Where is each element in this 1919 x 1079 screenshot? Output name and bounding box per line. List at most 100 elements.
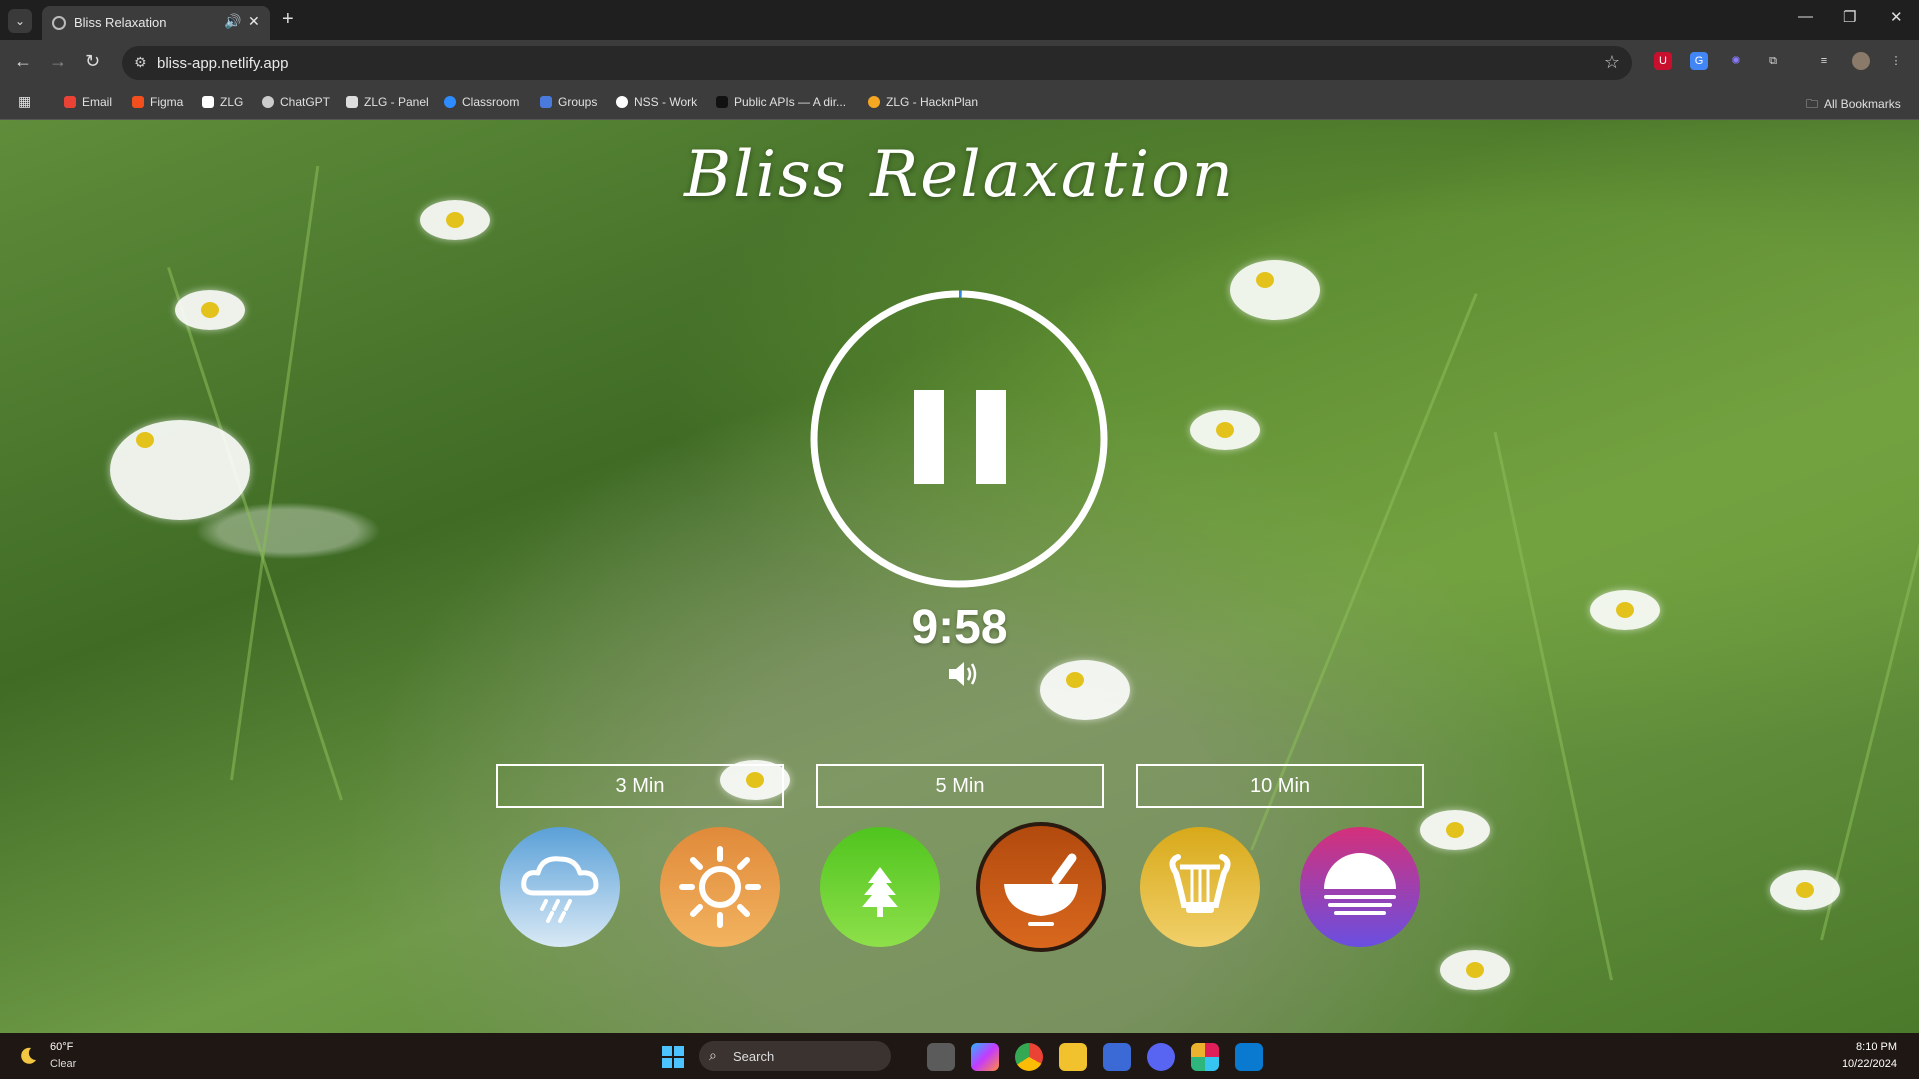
taskbar-time[interactable]: 8:10 PM [1856, 1041, 1897, 1053]
daisy-flower [1040, 660, 1130, 720]
all-bookmarks[interactable]: 🗀 All Bookmarks [1806, 95, 1901, 116]
tab-strip: ⌄ Bliss Relaxation 🔊 ✕ + — ❐ ✕ [0, 0, 1919, 40]
extensions-puzzle-icon[interactable]: ⧉ [1764, 52, 1782, 70]
bookmark-star-icon[interactable]: ☆ [1604, 52, 1620, 73]
zlg-icon [202, 96, 214, 108]
tree-icon [820, 827, 940, 947]
close-window-button[interactable]: ✕ [1890, 8, 1903, 26]
grass-stem [1493, 431, 1613, 981]
daisy-flower [175, 290, 245, 330]
file-explorer-icon[interactable] [1059, 1043, 1087, 1071]
sound-forest-button[interactable] [820, 827, 940, 947]
minimize-button[interactable]: — [1798, 8, 1813, 25]
sound-sunny-button[interactable] [660, 827, 780, 947]
sound-harp-button[interactable] [1140, 827, 1260, 947]
taskbar-date[interactable]: 10/22/2024 [1842, 1058, 1897, 1070]
tab-search-button[interactable]: ⌄ [8, 9, 32, 33]
ublock-extension-icon[interactable]: U [1654, 52, 1672, 70]
search-placeholder: Search [733, 1049, 775, 1064]
moon-icon [21, 1047, 36, 1064]
bookmark-chatgpt[interactable]: ChatGPT [262, 95, 330, 109]
bliss-app-page: Bliss Relaxation 9:58 3 Min 5 Min 10 Min [0, 120, 1919, 1033]
daisy-flower [1770, 870, 1840, 910]
media-control-icon[interactable]: ≡ [1815, 52, 1833, 70]
app-title: Bliss Relaxation [684, 138, 1235, 212]
bookmark-classroom[interactable]: Classroom [444, 95, 519, 109]
pause-icon [976, 390, 1006, 484]
time-5min-button[interactable]: 5 Min [816, 764, 1104, 808]
translate-extension-icon[interactable]: G [1690, 52, 1708, 70]
sound-sunset-button[interactable] [1300, 827, 1420, 947]
lyre-icon [1140, 827, 1260, 947]
daisy-flower [1420, 810, 1490, 850]
windows-taskbar: 60°F Clear ⌕ Search 8:10 PM 10/22/2024 [0, 1033, 1919, 1079]
gmail-icon [64, 96, 76, 108]
weather-temperature[interactable]: 60°F [50, 1041, 73, 1053]
hacknplan-icon [868, 96, 880, 108]
public-apis-icon [716, 96, 728, 108]
copilot-icon[interactable] [971, 1043, 999, 1071]
forward-icon[interactable]: → [49, 51, 67, 72]
timer-display: 9:58 [911, 601, 1008, 654]
speaker-icon[interactable] [946, 658, 982, 690]
daisy-flower [1440, 950, 1510, 990]
sound-rain-button[interactable] [500, 827, 620, 947]
windows-start-icon[interactable] [659, 1043, 687, 1071]
grass-stem [167, 266, 343, 801]
bookmark-figma[interactable]: Figma [132, 95, 183, 109]
time-3min-button[interactable]: 3 Min [496, 764, 784, 808]
address-bar[interactable]: ⚙ bliss-app.netlify.app ☆ [122, 46, 1632, 80]
sparkle-extension-icon[interactable]: ✺ [1727, 52, 1745, 70]
figma-icon [132, 96, 144, 108]
search-icon: ⌕ [709, 1047, 717, 1063]
slack-icon[interactable] [1191, 1043, 1219, 1071]
close-tab-icon[interactable]: ✕ [248, 13, 260, 30]
bowl-icon [976, 822, 1106, 952]
daisy-flower [110, 420, 250, 520]
url-text[interactable]: bliss-app.netlify.app [157, 55, 288, 72]
weather-condition[interactable]: Clear [50, 1058, 76, 1070]
chrome-icon[interactable] [1015, 1043, 1043, 1071]
panel-icon [346, 96, 358, 108]
speaker-icon[interactable]: 🔊 [224, 13, 241, 30]
bookmark-email[interactable]: Email [64, 95, 112, 109]
profile-avatar[interactable] [1852, 52, 1870, 70]
reload-icon[interactable]: ↻ [85, 51, 100, 72]
sound-singing-bowl-button[interactable] [974, 820, 1108, 954]
chatgpt-icon [262, 96, 274, 108]
apps-grid-icon[interactable]: ▦ [18, 93, 31, 110]
bookmark-zlg[interactable]: ZLG [202, 95, 243, 109]
folder-icon: 🗀 [1806, 97, 1819, 111]
bookmark-nss-work[interactable]: NSS - Work [616, 95, 697, 109]
daisy-flower [1190, 410, 1260, 450]
site-info-icon[interactable]: ⚙ [134, 54, 147, 71]
time-10min-button[interactable]: 10 Min [1136, 764, 1424, 808]
teams-icon[interactable] [1103, 1043, 1131, 1071]
browser-tab[interactable]: Bliss Relaxation 🔊 ✕ [42, 6, 270, 40]
groups-icon [540, 96, 552, 108]
pause-button[interactable] [914, 390, 1006, 484]
sunset-icon [1300, 827, 1420, 947]
zoom-icon [444, 96, 456, 108]
bookmark-zlg-panel[interactable]: ZLG - Panel [346, 95, 429, 109]
github-icon [616, 96, 628, 108]
discord-icon[interactable] [1147, 1043, 1175, 1071]
bookmark-groups[interactable]: Groups [540, 95, 597, 109]
pause-icon [914, 390, 944, 484]
back-icon[interactable]: ← [14, 51, 32, 72]
daisy-flower [1230, 260, 1320, 320]
bookmarks-bar: ▦ Email Figma ZLG ChatGPT ZLG - Panel Cl… [0, 86, 1919, 120]
restore-button[interactable]: ❐ [1843, 8, 1856, 26]
new-tab-button[interactable]: + [282, 8, 294, 31]
menu-icon[interactable]: ⋮ [1887, 52, 1905, 70]
taskbar-search[interactable]: ⌕ Search [699, 1041, 891, 1071]
bookmark-hacknplan[interactable]: ZLG - HacknPlan [868, 95, 978, 109]
globe-icon [52, 16, 66, 30]
vscode-icon[interactable] [1235, 1043, 1263, 1071]
bookmark-public-apis[interactable]: Public APIs — A dir... [716, 95, 846, 109]
task-view-icon[interactable] [927, 1043, 955, 1071]
rain-cloud-icon [500, 827, 620, 947]
sun-icon [660, 827, 780, 947]
browser-toolbar: ← → ↻ ⚙ bliss-app.netlify.app ☆ U G ✺ ⧉ … [0, 40, 1919, 86]
tab-title: Bliss Relaxation [74, 15, 167, 30]
